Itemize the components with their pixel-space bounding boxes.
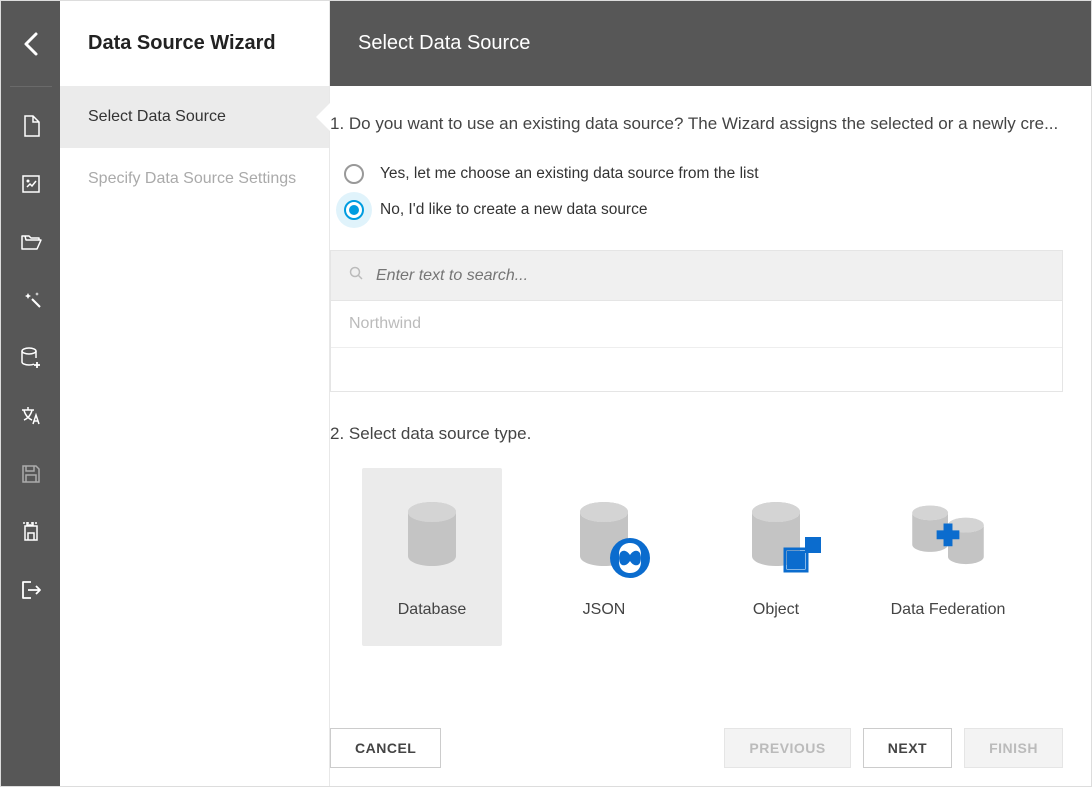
step-label: Select Data Source (88, 108, 226, 126)
source-type-label: Database (398, 601, 467, 619)
add-data-source-button[interactable] (1, 329, 60, 387)
source-type-database[interactable]: Database (362, 468, 502, 646)
back-button[interactable] (1, 1, 60, 86)
step-specify-settings[interactable]: Specify Data Source Settings (60, 148, 329, 210)
chevron-left-icon (22, 30, 40, 58)
cancel-button[interactable]: CANCEL (330, 728, 441, 768)
source-types: Database JSON (330, 468, 1063, 646)
new-report-button[interactable] (1, 97, 60, 155)
magic-wand-icon (19, 288, 43, 312)
search-box (330, 250, 1063, 300)
folder-open-icon (19, 230, 43, 254)
divider (10, 86, 52, 87)
federation-icon (909, 495, 987, 573)
source-type-object[interactable]: Object (706, 468, 846, 646)
save-as-icon (19, 520, 43, 544)
step-label: Specify Data Source Settings (88, 170, 296, 188)
question-1: 1. Do you want to use an existing data s… (330, 114, 1063, 134)
source-type-label: Object (753, 601, 799, 619)
step-select-data-source[interactable]: Select Data Source (60, 86, 329, 148)
search-input[interactable] (376, 267, 1044, 285)
previous-button[interactable]: PREVIOUS (724, 728, 850, 768)
icon-sidebar (1, 1, 60, 786)
radio-label: No, I'd like to create a new data source (380, 201, 647, 219)
wizard-title: Data Source Wizard (60, 1, 329, 86)
steps-panel: Data Source Wizard Select Data Source Sp… (60, 1, 330, 786)
source-type-label: Data Federation (891, 601, 1006, 619)
radio-group-existing: Yes, let me choose an existing data sour… (344, 156, 1063, 228)
source-type-federation[interactable]: Data Federation (878, 468, 1018, 646)
main-header: Select Data Source (330, 1, 1091, 86)
new-via-wizard-button[interactable] (1, 155, 60, 213)
radio-icon (344, 200, 364, 220)
exit-icon (19, 578, 43, 602)
language-icon (19, 404, 43, 428)
design-wizard-button[interactable] (1, 271, 60, 329)
localization-button[interactable] (1, 387, 60, 445)
question-2: 2. Select data source type. (330, 424, 1063, 444)
source-type-label: JSON (583, 601, 626, 619)
next-button[interactable]: NEXT (863, 728, 952, 768)
list-item[interactable]: Northwind (331, 301, 1062, 348)
main-body: 1. Do you want to use an existing data s… (330, 86, 1091, 710)
radio-create-new[interactable]: No, I'd like to create a new data source (344, 192, 1063, 228)
save-as-button[interactable] (1, 503, 60, 561)
data-source-list: Northwind (330, 300, 1063, 392)
radio-label: Yes, let me choose an existing data sour… (380, 165, 759, 183)
json-icon (565, 495, 643, 573)
save-button[interactable] (1, 445, 60, 503)
object-icon (737, 495, 815, 573)
source-type-json[interactable]: JSON (534, 468, 674, 646)
open-button[interactable] (1, 213, 60, 271)
footer: CANCEL PREVIOUS NEXT FINISH (330, 710, 1091, 786)
radio-use-existing[interactable]: Yes, let me choose an existing data sour… (344, 156, 1063, 192)
wizard-icon (19, 172, 43, 196)
radio-icon (344, 164, 364, 184)
main-content: Select Data Source 1. Do you want to use… (330, 1, 1091, 786)
finish-button[interactable]: FINISH (964, 728, 1063, 768)
database-icon (393, 495, 471, 573)
search-icon (349, 266, 364, 286)
document-icon (19, 114, 43, 138)
database-plus-icon (19, 346, 43, 370)
save-icon (19, 462, 43, 486)
exit-button[interactable] (1, 561, 60, 619)
